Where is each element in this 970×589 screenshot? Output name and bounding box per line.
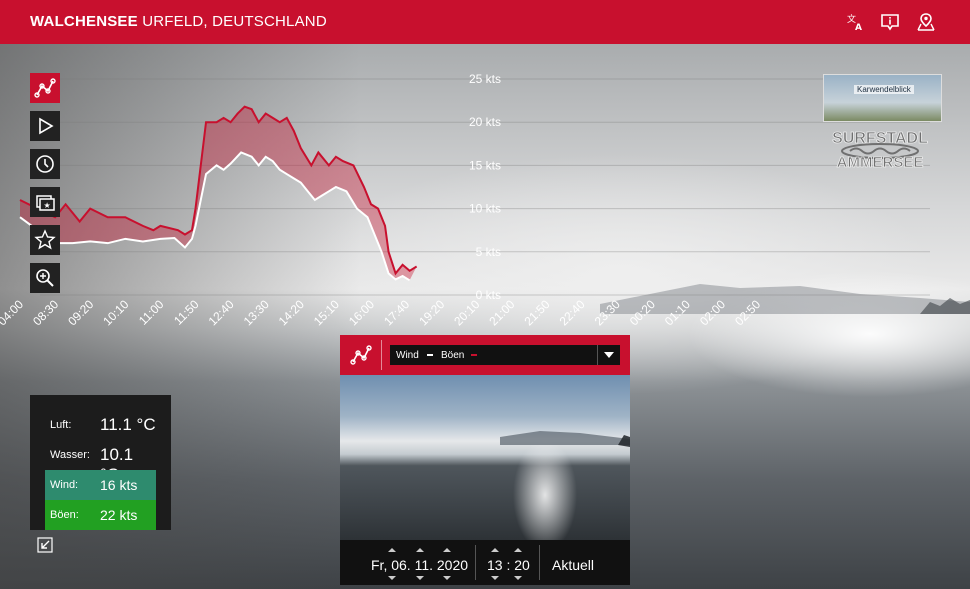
gallery-icon: ★ <box>36 195 55 211</box>
series-select[interactable]: Wind Böen <box>390 345 620 365</box>
x-tick-label: 01:10 <box>662 297 693 328</box>
y-tick-label: 25 kts <box>469 72 501 86</box>
chevron-down-icon[interactable] <box>597 345 620 365</box>
weather-box: Luft: 11.1 °C Wasser: 10.1 °C Wind: 16 k… <box>30 395 171 530</box>
air-temp-row: Luft: 11.1 °C <box>45 410 156 440</box>
y-tick-label: 5 kts <box>476 245 501 259</box>
play-icon <box>39 117 54 135</box>
x-tick-label: 12:40 <box>206 297 237 328</box>
year-down-arrow[interactable] <box>443 576 451 580</box>
x-tick-label: 10:10 <box>100 297 131 328</box>
svg-text:★: ★ <box>44 201 51 210</box>
x-tick-label: 09:20 <box>65 297 96 328</box>
footer-divider <box>475 545 476 580</box>
legend-gust-swatch <box>471 354 477 356</box>
x-tick-label: 17:40 <box>381 297 412 328</box>
location-detail: URFELD, DEUTSCHLAND <box>137 13 327 30</box>
favorite-button[interactable] <box>30 225 60 255</box>
hour-up-arrow[interactable] <box>491 548 499 552</box>
water-temp-label: Wasser: <box>50 449 90 461</box>
gallery-button[interactable]: ★ <box>30 187 60 217</box>
x-tick-label: 16:00 <box>346 297 377 328</box>
surfstadl-logo[interactable]: SURFSTADL AMMERSEE <box>820 127 940 172</box>
history-icon <box>36 155 54 173</box>
gust-area <box>20 106 417 281</box>
water-temp-row: Wasser: 10.1 °C <box>45 440 156 484</box>
x-tick-label: 21:50 <box>521 297 552 328</box>
y-tick-label: 10 kts <box>469 202 501 216</box>
sidebar-toolbar: ★ <box>30 73 60 301</box>
chart-button[interactable] <box>30 73 60 103</box>
month-down-arrow[interactable] <box>416 576 424 580</box>
day-up-arrow[interactable] <box>388 548 396 552</box>
minute-down-arrow[interactable] <box>514 576 522 580</box>
page-title: WALCHENSEE URFELD, DEUTSCHLAND <box>30 13 327 30</box>
play-button[interactable] <box>30 111 60 141</box>
wind-value: 16 kts <box>100 477 138 493</box>
x-tick-label: 15:10 <box>311 297 342 328</box>
webcam-panel: Wind Böen Fr, 06. 11. 2020 13 : 20 Aktue… <box>340 335 630 585</box>
webcam-partner-logo[interactable]: Karwendelblick <box>823 74 942 122</box>
webcam-image[interactable] <box>340 375 630 540</box>
gust-label: Böen: <box>50 509 79 521</box>
x-tick-label: 11:50 <box>171 297 202 328</box>
gust-row: Böen: 22 kts <box>45 500 156 530</box>
zoom-button[interactable] <box>30 263 60 293</box>
x-tick-label: 22:40 <box>557 297 588 328</box>
wind-row: Wind: 16 kts <box>45 470 156 500</box>
location-name: WALCHENSEE <box>30 13 138 30</box>
footer-divider <box>539 545 540 580</box>
zoom-icon <box>36 269 54 287</box>
month-up-arrow[interactable] <box>416 548 424 552</box>
wind-label: Wind: <box>50 479 79 491</box>
x-tick-label: 08:30 <box>30 297 61 328</box>
day-down-arrow[interactable] <box>388 576 396 580</box>
minute-up-arrow[interactable] <box>514 548 522 552</box>
air-temp-value: 11.1 °C <box>100 415 156 434</box>
webcam-partner-label: Karwendelblick <box>854 85 914 94</box>
brand-line-2: AMMERSEE <box>837 154 924 171</box>
panel-header: Wind Böen <box>340 335 630 375</box>
chart-icon <box>34 78 56 98</box>
x-tick-label: 13:30 <box>241 297 272 328</box>
favorite-icon <box>34 229 56 250</box>
year-up-arrow[interactable] <box>443 548 451 552</box>
legend-gust-label: Böen <box>441 350 465 361</box>
legend-wind-swatch <box>427 354 433 356</box>
y-tick-label: 15 kts <box>469 158 501 172</box>
current-button[interactable]: Aktuell <box>552 557 594 573</box>
x-tick-label: 02:00 <box>697 297 728 328</box>
header-bar: WALCHENSEE URFELD, DEUTSCHLAND 文A <box>0 0 970 44</box>
gust-value: 22 kts <box>100 507 138 523</box>
location-icon[interactable] <box>916 12 936 32</box>
x-tick-label: 14:20 <box>276 297 307 328</box>
x-tick-label: 04:00 <box>0 297 26 328</box>
air-temp-label: Luft: <box>50 419 72 431</box>
collapse-icon[interactable] <box>37 537 53 553</box>
x-tick-label: 02:50 <box>732 297 763 328</box>
y-tick-label: 20 kts <box>469 115 501 129</box>
date-time-bar: Fr, 06. 11. 2020 13 : 20 Aktuell <box>340 540 630 585</box>
date-display[interactable]: Fr, 06. 11. 2020 <box>371 557 468 573</box>
x-tick-label: 23:30 <box>592 297 623 328</box>
translate-icon[interactable]: 文A <box>846 12 866 33</box>
history-button[interactable] <box>30 149 60 179</box>
x-tick-label: 11:00 <box>136 297 167 328</box>
chart-icon[interactable] <box>350 344 372 366</box>
time-display[interactable]: 13 : 20 <box>487 557 530 573</box>
header-divider <box>381 340 382 370</box>
x-tick-label: 00:20 <box>627 297 658 328</box>
legend-wind-label: Wind <box>396 350 419 361</box>
y-tick-label: 0 kts <box>476 288 501 302</box>
info-icon[interactable] <box>880 12 900 32</box>
x-tick-label: 19:20 <box>416 297 447 328</box>
hour-down-arrow[interactable] <box>491 576 499 580</box>
svg-text:A: A <box>855 23 862 32</box>
